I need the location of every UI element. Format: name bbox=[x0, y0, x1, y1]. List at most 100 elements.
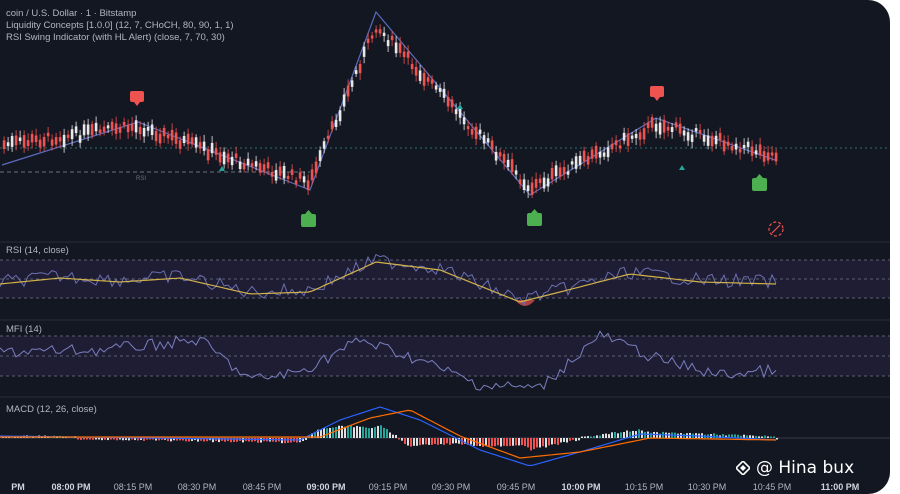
buy-signal-3[interactable] bbox=[752, 174, 767, 191]
macd-bar bbox=[362, 426, 364, 438]
macd-bar bbox=[101, 438, 103, 441]
macd-bar bbox=[281, 438, 283, 444]
macd-bar bbox=[356, 425, 358, 438]
macd-bar bbox=[383, 427, 385, 438]
macd-bar bbox=[431, 438, 433, 445]
mfi-pane-label[interactable]: MFI (14) bbox=[6, 324, 42, 335]
macd-bar bbox=[773, 436, 775, 438]
price-pane[interactable] bbox=[0, 10, 890, 237]
macd-bar bbox=[512, 438, 514, 446]
buy-signal-2[interactable] bbox=[527, 209, 542, 226]
macd-bar bbox=[449, 438, 451, 445]
macd-bar bbox=[392, 434, 394, 438]
macd-bar bbox=[755, 435, 757, 438]
macd-bar bbox=[545, 438, 547, 448]
macd-bar bbox=[104, 438, 106, 440]
macd-bar bbox=[602, 434, 604, 438]
macd-bar bbox=[416, 438, 418, 446]
macd-bar bbox=[488, 438, 490, 447]
macd-bar bbox=[374, 427, 376, 438]
macd-bar bbox=[617, 433, 619, 438]
macd-bar bbox=[536, 438, 538, 448]
macd-bar bbox=[389, 432, 391, 438]
macd-bar bbox=[395, 434, 397, 438]
time-label: 10:00 PM bbox=[561, 482, 601, 492]
time-label: 08:30 PM bbox=[177, 482, 217, 492]
time-label: 09:45 PM bbox=[496, 482, 536, 492]
time-label: PM bbox=[11, 482, 25, 492]
macd-bar bbox=[644, 431, 646, 438]
sell-signal-1[interactable] bbox=[130, 91, 144, 106]
macd-pane[interactable] bbox=[0, 406, 890, 466]
macd-bar bbox=[539, 438, 541, 448]
time-label: 09:15 PM bbox=[368, 482, 408, 492]
macd-bar bbox=[761, 436, 763, 438]
replay-icon[interactable] bbox=[768, 221, 784, 237]
macd-bar bbox=[620, 432, 622, 438]
macd-bar bbox=[401, 438, 403, 441]
macd-bar bbox=[128, 438, 130, 441]
macd-bar bbox=[287, 438, 289, 443]
macd-bar bbox=[764, 435, 766, 438]
macd-bar bbox=[596, 435, 598, 438]
macd-bar bbox=[323, 427, 325, 438]
macd-bar bbox=[371, 428, 373, 438]
rsi-pane[interactable] bbox=[0, 253, 890, 307]
macd-bar bbox=[338, 425, 340, 438]
macd-bar bbox=[572, 438, 574, 440]
macd-bar bbox=[422, 438, 424, 445]
macd-bar bbox=[116, 438, 118, 441]
macd-bar bbox=[440, 438, 442, 445]
macd-bar bbox=[614, 432, 616, 438]
macd-bar bbox=[428, 438, 430, 445]
macd-bar bbox=[608, 434, 610, 438]
chart-canvas[interactable] bbox=[0, 0, 890, 494]
macd-bar bbox=[350, 425, 352, 438]
macd-bar bbox=[353, 427, 355, 438]
macd-bar bbox=[554, 438, 556, 445]
time-label: 08:45 PM bbox=[242, 482, 282, 492]
macd-bar bbox=[410, 438, 412, 447]
buy-signal-1[interactable] bbox=[301, 210, 316, 227]
macd-bar bbox=[557, 438, 559, 445]
macd-bar bbox=[368, 428, 370, 438]
macd-bar bbox=[515, 438, 517, 446]
macd-bar bbox=[497, 438, 499, 446]
macd-bar bbox=[566, 438, 568, 443]
macd-bar bbox=[746, 435, 748, 438]
macd-bar bbox=[560, 438, 562, 443]
macd-bar bbox=[548, 438, 550, 446]
macd-bar bbox=[632, 430, 634, 438]
macd-bar bbox=[587, 436, 589, 438]
macd-pane-label[interactable]: MACD (12, 26, close) bbox=[6, 404, 97, 415]
macd-bar bbox=[611, 432, 613, 438]
macd-bar bbox=[359, 426, 361, 438]
binance-diamond-icon bbox=[736, 461, 750, 475]
swing-low-marker-2 bbox=[457, 104, 463, 109]
macd-bar bbox=[527, 438, 529, 448]
time-label: 08:15 PM bbox=[113, 482, 153, 492]
rsi-pane-label[interactable]: RSI (14, close) bbox=[6, 245, 69, 256]
macd-bar bbox=[89, 438, 91, 440]
macd-bar bbox=[386, 429, 388, 438]
macd-bar bbox=[605, 433, 607, 438]
macd-bar bbox=[284, 438, 286, 444]
macd-bar bbox=[551, 438, 553, 445]
mfi-pane[interactable] bbox=[0, 330, 890, 391]
chart-window[interactable]: coin / U.S. Dollar · 1 · Bitstamp Liquid… bbox=[0, 0, 890, 494]
macd-bar bbox=[590, 436, 592, 438]
time-label: 10:15 PM bbox=[624, 482, 664, 492]
watermark-text: @ Hina bux bbox=[756, 458, 855, 478]
macd-bar bbox=[260, 438, 262, 443]
macd-bar bbox=[509, 438, 511, 446]
macd-bar bbox=[425, 438, 427, 445]
macd-bar bbox=[98, 438, 100, 440]
macd-bar bbox=[578, 438, 580, 441]
macd-bar bbox=[407, 438, 409, 446]
macd-bar bbox=[419, 438, 421, 446]
macd-bar bbox=[122, 438, 124, 441]
macd-bar bbox=[563, 438, 565, 442]
sell-signal-2[interactable] bbox=[650, 86, 664, 101]
macd-bar bbox=[380, 425, 382, 438]
macd-bar bbox=[500, 438, 502, 447]
